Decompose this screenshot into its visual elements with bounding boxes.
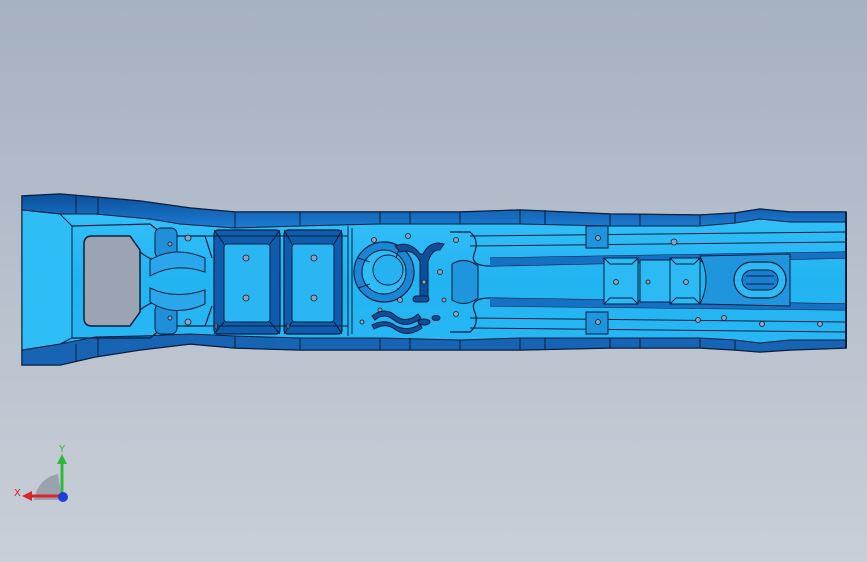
right-slot-boss xyxy=(699,253,791,307)
left-end-face xyxy=(21,209,73,351)
y-axis-label: Y xyxy=(58,444,66,455)
twin-pockets xyxy=(213,229,343,335)
z-axis-dot xyxy=(58,492,68,502)
left-cutout xyxy=(83,235,141,327)
x-axis-arrow xyxy=(22,491,32,501)
x-axis-label: X xyxy=(14,488,21,499)
axis-triad: X Y xyxy=(14,444,68,502)
graphics-viewport[interactable]: X Y xyxy=(0,0,867,562)
y-axis-arrow xyxy=(57,454,67,464)
part-model[interactable] xyxy=(0,0,867,562)
